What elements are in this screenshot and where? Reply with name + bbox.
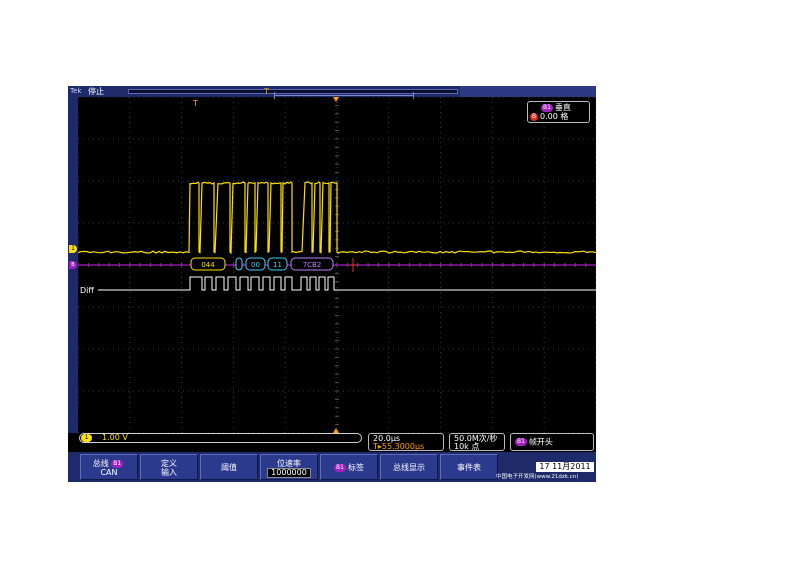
brand-logo: Tek (70, 86, 81, 97)
date-display: 17 11月2011 (536, 462, 594, 472)
menu-bitrate-button[interactable]: 位速率 1000000 (260, 454, 318, 480)
waveform-graticule: T 044 00 11 7CB2 Diff (78, 97, 596, 433)
trigger-bus-badge: B1 (515, 438, 527, 446)
trigger-marker-icon[interactable]: T (192, 99, 198, 108)
packet-crc-label: 7CB2 (303, 261, 322, 269)
vertical-position-readout[interactable]: B1 垂直 B 0.00 格 (527, 101, 590, 123)
menu-bus-display-button[interactable]: 总线显示 (380, 454, 438, 480)
menu-define-inputs-button[interactable]: 定义 输入 (140, 454, 198, 480)
menu-label-button[interactable]: B1 标签 (320, 454, 378, 480)
packet-data-0-label: 00 (251, 261, 260, 269)
menu-label-text: 标签 (348, 463, 364, 472)
status-readout-row: 1 1.00 V 20.0μs T▸55.3000μs 50.0M次/秒 10k… (68, 433, 596, 451)
menu-bitrate-label: 位速率 (261, 459, 317, 468)
menu-define-line1: 定义 (141, 459, 197, 468)
trigger-position-icon: T (264, 86, 269, 97)
acquisition-readout[interactable]: 50.0M次/秒 10k 点 (449, 433, 505, 451)
menu-event-table-button[interactable]: 事件表 (440, 454, 498, 480)
top-status-bar: Tek 停止 T (68, 86, 596, 97)
vertical-value: 0.00 格 (540, 112, 568, 121)
acquisition-status: 停止 (88, 86, 104, 97)
packet-data-1-label: 11 (273, 261, 282, 269)
menu-bus-button[interactable]: 总线 B1 CAN (80, 454, 138, 480)
menu-bus-display-label: 总线显示 (381, 463, 437, 472)
menu-define-line2: 输入 (141, 468, 197, 477)
menu-threshold-button[interactable]: 阈值 (200, 454, 258, 480)
diff-digital-trace (98, 277, 596, 290)
ch1-waveform (78, 182, 596, 253)
top-bar-right-panel (460, 86, 596, 97)
bottom-menu-bar: 总线 B1 CAN 定义 输入 阈值 位速率 1000000 B1 标签 总线显示… (68, 452, 596, 482)
ch1-badge: 1 (81, 434, 92, 442)
trigger-readout[interactable]: B1 帧开头 (510, 433, 594, 451)
packet-control[interactable] (236, 258, 242, 270)
menu-bus-value: CAN (81, 468, 137, 477)
record-overview-bar[interactable] (128, 89, 458, 94)
timebase-readout[interactable]: 20.0μs T▸55.3000μs (368, 433, 444, 451)
ch1-scale-readout[interactable]: 1 1.00 V (79, 433, 362, 443)
menu-label-badge: B1 (334, 464, 346, 472)
knob-b-icon: B (530, 113, 538, 121)
menu-bus-label: 总线 (93, 459, 109, 468)
trigger-arrow-icon[interactable] (333, 97, 339, 102)
ch1-ground-marker[interactable]: 1 (69, 245, 77, 253)
packet-id-label: 044 (201, 261, 215, 269)
menu-bitrate-value: 1000000 (267, 468, 311, 478)
bus-badge: B1 (541, 104, 553, 112)
ch1-scale-value: 1.00 V (102, 433, 128, 443)
oscilloscope-screen: Tek 停止 T T 044 00 11 7CB2 Diff 1 B B1 垂直… (68, 86, 596, 482)
menu-bus-badge: B1 (111, 460, 123, 468)
bus-marker[interactable]: B (69, 261, 77, 269)
vertical-label: 垂直 (555, 103, 571, 112)
watermark-text: 中国电子开发网(www.21dzk.cn) (496, 473, 596, 481)
timebase-delay: ▸55.3000μs (378, 442, 424, 451)
record-length: 10k 点 (454, 443, 479, 451)
trigger-type: 帧开头 (529, 438, 553, 447)
diff-trace-label: Diff (80, 286, 94, 295)
bus-decode-packets: 044 00 11 7CB2 (191, 258, 357, 272)
menu-event-table-label: 事件表 (441, 463, 497, 472)
menu-threshold-label: 阈值 (201, 463, 257, 472)
